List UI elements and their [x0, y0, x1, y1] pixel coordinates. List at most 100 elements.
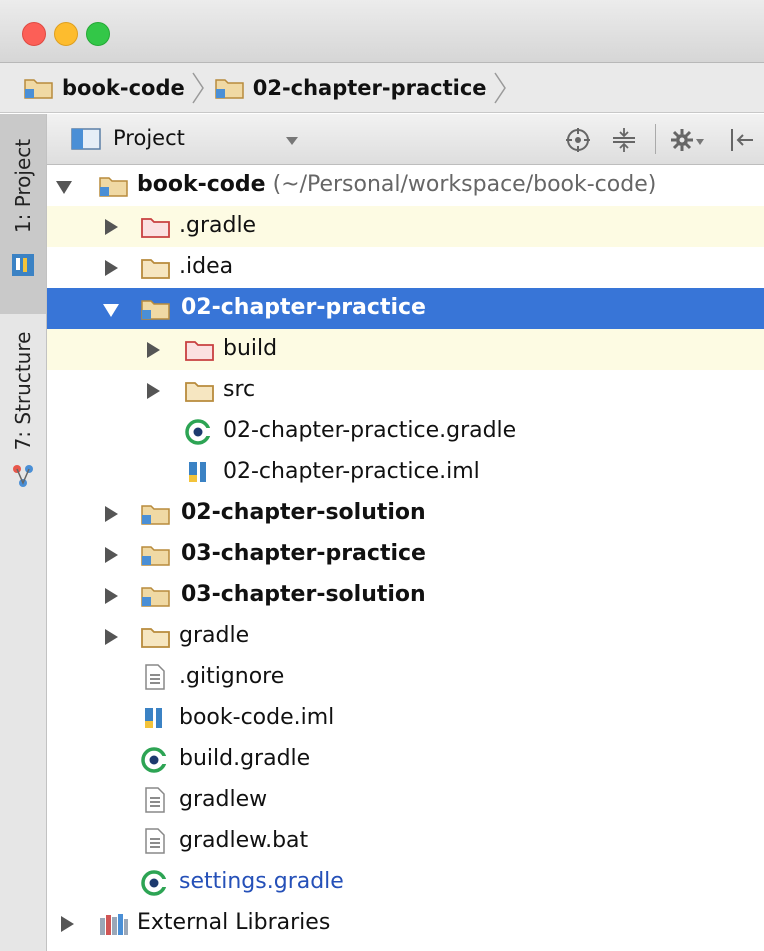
module-folder-icon: [214, 78, 244, 99]
dropdown-arrow-icon[interactable]: [285, 136, 299, 146]
excluded-folder-icon: [185, 341, 214, 361]
folder-icon: [185, 382, 214, 402]
tree-item-path: (~/Personal/workspace/book-code): [272, 172, 657, 197]
tree-item-label: book-code: [137, 172, 266, 197]
tree-row-build-gradle[interactable]: build.gradle: [47, 739, 764, 780]
gradle-file-icon: [141, 870, 169, 896]
tree-item-label: .idea: [179, 254, 234, 279]
tree-row-external-libraries[interactable]: External Libraries: [47, 903, 764, 944]
project-icon: [12, 254, 34, 276]
tree-item-label: book-code.iml: [179, 705, 335, 730]
tree-row-gradle-dir[interactable]: .gradle: [47, 206, 764, 247]
chevron-right-icon: [493, 72, 506, 103]
structure-icon: [13, 465, 33, 487]
toolbar-divider: [655, 124, 656, 154]
window-titlebar: [0, 0, 764, 63]
tree-row-book-code-iml[interactable]: book-code.iml: [47, 698, 764, 739]
collapse-arrow-icon[interactable]: [56, 181, 72, 194]
gradle-file-icon: [141, 747, 169, 773]
collapse-arrow-icon[interactable]: [103, 304, 119, 317]
tree-item-label: gradlew.bat: [179, 828, 309, 853]
tree-item-label: src: [223, 377, 256, 402]
tool-window-strip: 1: Project 7: Structure: [0, 114, 47, 951]
expand-arrow-icon[interactable]: [105, 588, 118, 604]
folder-icon: [141, 628, 170, 648]
tree-item-label: .gradle: [179, 213, 257, 238]
expand-arrow-icon[interactable]: [147, 342, 160, 358]
tree-item-label: settings.gradle: [179, 869, 344, 894]
tree-row-gradlew-bat[interactable]: gradlew.bat: [47, 821, 764, 862]
tree-item-label: 02-chapter-solution: [181, 500, 426, 525]
module-folder-icon: [141, 587, 170, 607]
tree-row-02-chapter-practice-iml[interactable]: 02-chapter-practice.iml: [47, 452, 764, 493]
expand-arrow-icon[interactable]: [147, 383, 160, 399]
tree-row-02-chapter-solution[interactable]: 02-chapter-solution: [47, 493, 764, 534]
tree-item-label: 02-chapter-practice: [181, 295, 426, 320]
text-file-icon: [145, 664, 165, 690]
tree-item-label: gradle: [179, 623, 250, 648]
library-icon: [100, 914, 128, 935]
gradle-file-icon: [185, 419, 213, 445]
folder-icon: [141, 259, 170, 279]
minimize-window-button[interactable]: [54, 22, 78, 46]
tree-row-03-chapter-practice[interactable]: 03-chapter-practice: [47, 534, 764, 575]
module-folder-icon: [141, 300, 170, 320]
module-file-icon: [145, 708, 162, 728]
tree-item-label: .gitignore: [179, 664, 285, 689]
project-view-selector[interactable]: Project: [113, 126, 185, 150]
gear-dropdown-icon[interactable]: [695, 138, 705, 146]
module-file-icon: [189, 462, 206, 482]
excluded-folder-icon: [141, 218, 170, 238]
tree-item-label: build.gradle: [179, 746, 311, 771]
expand-arrow-icon[interactable]: [61, 916, 74, 932]
scroll-from-source-icon[interactable]: [565, 127, 591, 153]
tree-row-gradle-folder[interactable]: gradle: [47, 616, 764, 657]
close-window-button[interactable]: [22, 22, 46, 46]
tree-item-label: 02-chapter-practice.iml: [223, 459, 480, 484]
expand-arrow-icon[interactable]: [105, 629, 118, 645]
breadcrumb-item-book-code[interactable]: book-code: [24, 76, 185, 100]
module-folder-icon: [141, 505, 170, 525]
gear-icon[interactable]: [669, 127, 695, 153]
tree-item-label: 02-chapter-practice.gradle: [223, 418, 517, 443]
tree-row-02-chapter-practice-gradle[interactable]: 02-chapter-practice.gradle: [47, 411, 764, 452]
project-view-icon: [71, 128, 101, 150]
breadcrumb: book-code 02-chapter-practice: [0, 63, 764, 113]
tree-row-book-code[interactable]: book-code (~/Personal/workspace/book-cod…: [47, 165, 764, 206]
breadcrumb-label: 02-chapter-practice: [252, 75, 487, 100]
tab-project[interactable]: 1: Project: [0, 114, 46, 314]
collapse-all-icon[interactable]: [611, 126, 637, 154]
module-folder-icon: [99, 177, 128, 197]
project-panel-header: Project: [47, 114, 764, 165]
tab-structure-label: 7: Structure: [11, 331, 35, 451]
tree-row-gradlew[interactable]: gradlew: [47, 780, 764, 821]
breadcrumb-label: book-code: [62, 75, 185, 100]
module-folder-icon: [24, 78, 53, 99]
text-file-icon: [145, 828, 165, 854]
expand-arrow-icon[interactable]: [105, 506, 118, 522]
expand-arrow-icon[interactable]: [105, 547, 118, 563]
tree-item-label: 03-chapter-solution: [181, 582, 426, 607]
tab-structure[interactable]: 7: Structure: [0, 314, 46, 614]
tree-item-label: build: [223, 336, 278, 361]
tree-item-label: 03-chapter-practice: [181, 541, 426, 566]
tree-item-label: External Libraries: [137, 910, 331, 935]
zoom-window-button[interactable]: [86, 22, 110, 46]
expand-arrow-icon[interactable]: [105, 219, 118, 235]
tab-project-label: 1: Project: [11, 138, 35, 234]
module-folder-icon: [141, 546, 170, 566]
project-tree: book-code (~/Personal/workspace/book-cod…: [47, 165, 764, 951]
tree-row-build[interactable]: build: [47, 329, 764, 370]
breadcrumb-item-02-chapter-practice[interactable]: 02-chapter-practice: [214, 75, 487, 100]
tree-row-02-chapter-practice[interactable]: 02-chapter-practice: [47, 288, 764, 329]
expand-arrow-icon[interactable]: [105, 260, 118, 276]
tree-row-03-chapter-solution[interactable]: 03-chapter-solution: [47, 575, 764, 616]
tree-item-label: gradlew: [179, 787, 268, 812]
hide-panel-icon[interactable]: [729, 127, 755, 153]
tree-row-idea[interactable]: .idea: [47, 247, 764, 288]
tree-row-src[interactable]: src: [47, 370, 764, 411]
chevron-right-icon: [192, 72, 204, 103]
tree-row-gitignore[interactable]: .gitignore: [47, 657, 764, 698]
tree-row-settings-gradle[interactable]: settings.gradle: [47, 862, 764, 903]
text-file-icon: [145, 787, 165, 813]
